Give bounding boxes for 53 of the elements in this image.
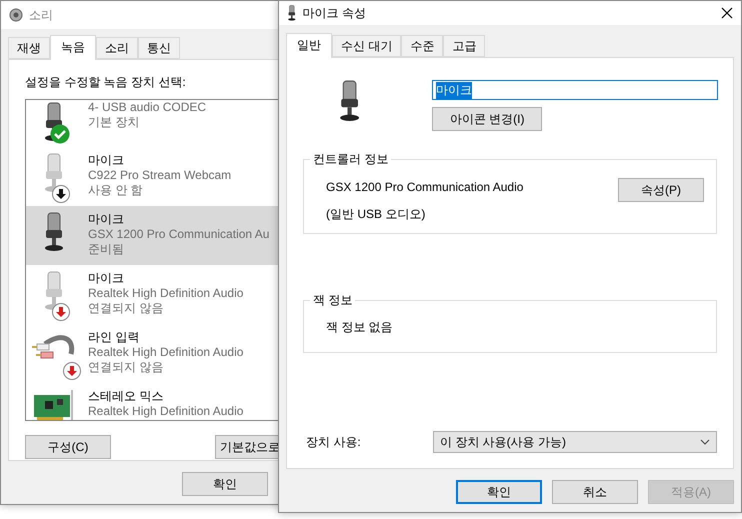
controller-name: GSX 1200 Pro Communication Audio [326,180,524,194]
driver-name: (일반 USB 오디오) [326,206,426,223]
ok-button[interactable]: 확인 [182,472,268,496]
device-description: Realtek High Definition Audio [88,345,244,360]
device-description: Realtek High Definition Audio [88,404,244,419]
device-description: C922 Pro Stream Webcam [88,168,232,183]
device-status: 연결되지 않음 [88,301,164,316]
chevron-down-icon [700,439,710,445]
dialog-button[interactable]: 구성(C) [25,435,111,459]
window-title: 마이크 속성 [302,4,367,22]
device-item[interactable]: 마이크 GSX 1200 Pro Communication Au 준비됨 [26,206,281,265]
device-description: GSX 1200 Pro Communication Au [88,227,270,242]
tab[interactable]: 통신 [138,37,180,59]
device-status: 사용 안 함 [88,183,144,198]
device-name: 마이크 [88,212,125,227]
dialog-button[interactable]: 기본값으로 [215,435,281,459]
tab[interactable]: 재생 [8,37,50,59]
tab[interactable]: 녹음 [50,35,96,60]
close-icon[interactable] [721,7,733,19]
microphone-icon [42,212,66,252]
tab[interactable]: 수준 [401,35,444,57]
instruction-text: 설정을 수정할 녹음 장치 선택: [25,74,187,91]
group-title: 컨트롤러 정보 [310,151,392,168]
microphone-icon [287,5,297,21]
properties-button[interactable]: 속성(P) [618,178,704,202]
group-title: 잭 정보 [310,292,356,309]
device-name: 라인 입력 [88,330,140,345]
name-field[interactable]: 마이크 [432,80,718,100]
device-status: 준비됨 [88,242,125,257]
dialog-button[interactable]: 취소 [552,480,638,504]
device-description: 4- USB audio CODEC [88,100,206,115]
device-usage-dropdown[interactable]: 이 장치 사용(사용 가능) [433,431,717,453]
field-label: 장치 사용: [306,434,361,450]
circuit-board-icon [33,389,75,420]
tab[interactable]: 일반 [286,33,332,58]
device-item[interactable]: 스테레오 믹스 Realtek High Definition Audio [26,383,281,420]
device-name: 마이크 [88,153,125,168]
device-status: 기본 장치 [88,115,140,130]
change-icon-button[interactable]: 아이콘 변경(I) [432,107,542,131]
tab[interactable]: 소리 [96,37,138,59]
device-description: Realtek High Definition Audio [88,286,244,301]
jack-info-text: 잭 정보 없음 [326,320,393,334]
tab[interactable]: 고급 [443,35,486,57]
window-title: 소리 [29,6,54,24]
device-name: 마이크 [88,271,125,286]
device-status: 연결되지 않음 [88,360,164,375]
dialog-button[interactable]: 확인 [456,480,542,504]
device-item[interactable]: 4- USB audio CODEC 기본 장치 [26,100,281,147]
device-name: 스테레오 믹스 [88,389,164,404]
tab[interactable]: 수신 대기 [332,35,402,57]
device-item[interactable]: 마이크 Realtek High Definition Audio 연결되지 않음 [26,265,281,324]
speaker-icon [9,8,23,22]
device-item[interactable]: 라인 입력 Realtek High Definition Audio 연결되지 않음 [26,324,281,383]
